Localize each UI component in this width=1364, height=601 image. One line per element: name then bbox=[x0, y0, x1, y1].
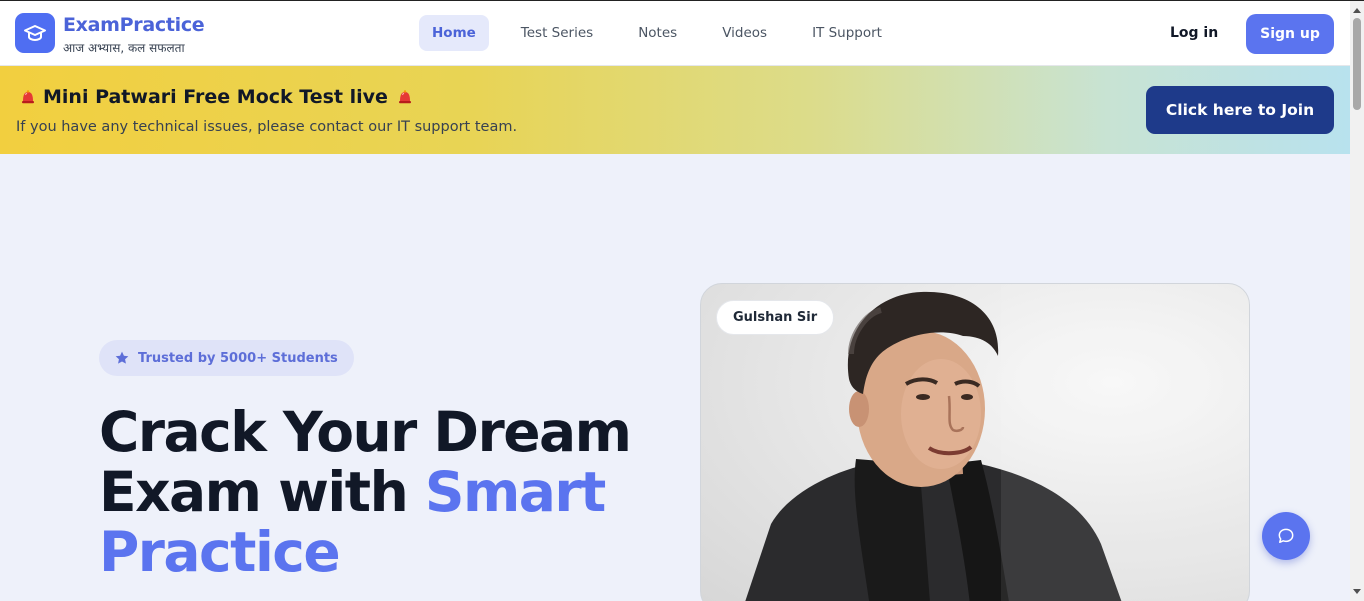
brand-name[interactable]: ExamPractice bbox=[63, 14, 205, 36]
scrollbar-thumb[interactable] bbox=[1353, 18, 1361, 110]
nav-link-test-series[interactable]: Test Series bbox=[508, 15, 606, 51]
hero-headline: Crack Your Dream Exam with Smart Practic… bbox=[99, 402, 659, 582]
trusted-badge: Trusted by 5000+ Students bbox=[99, 340, 354, 376]
alarm-bell-icon bbox=[22, 90, 34, 104]
star-icon bbox=[115, 351, 129, 364]
announcement-banner: Mini Patwari Free Mock Test live If you … bbox=[0, 66, 1350, 154]
nav-link-notes[interactable]: Notes bbox=[625, 15, 690, 51]
login-link[interactable]: Log in bbox=[1170, 25, 1218, 41]
banner-subtitle: If you have any technical issues, please… bbox=[16, 119, 518, 135]
alarm-bell-icon bbox=[398, 90, 411, 104]
nav-link-videos[interactable]: Videos bbox=[709, 15, 780, 51]
join-button[interactable]: Click here to Join bbox=[1146, 86, 1334, 134]
nav-link-home[interactable]: Home bbox=[419, 15, 489, 51]
banner-title-row: Mini Patwari Free Mock Test live bbox=[19, 86, 414, 108]
teacher-name-chip: Gulshan Sir bbox=[716, 300, 835, 335]
signup-button[interactable]: Sign up bbox=[1246, 14, 1334, 54]
trusted-badge-text: Trusted by 5000+ Students bbox=[138, 350, 338, 366]
chat-bubble-icon bbox=[1278, 528, 1294, 543]
graduation-cap-icon bbox=[24, 25, 46, 42]
nav-link-it-support[interactable]: IT Support bbox=[799, 15, 895, 51]
scroll-up-arrow-icon[interactable] bbox=[1350, 3, 1364, 17]
headline-accent-smart: Smart bbox=[424, 460, 606, 524]
chat-button[interactable] bbox=[1262, 512, 1310, 560]
headline-line-1: Crack Your Dream bbox=[99, 400, 632, 464]
top-navbar: ExamPractice आज अभ्यास, कल सफलता Home Te… bbox=[0, 1, 1350, 66]
brand-tagline: आज अभ्यास, कल सफलता bbox=[63, 41, 185, 55]
main-nav: Home Test Series Notes Videos IT Support bbox=[419, 15, 914, 51]
logo[interactable] bbox=[15, 13, 55, 53]
headline-accent-practice: Practice bbox=[99, 520, 341, 584]
headline-line-2: Exam with bbox=[99, 460, 425, 524]
scroll-down-arrow-icon[interactable] bbox=[1350, 585, 1364, 599]
page-scrollbar[interactable] bbox=[1350, 1, 1364, 601]
banner-title: Mini Patwari Free Mock Test live bbox=[43, 86, 388, 108]
